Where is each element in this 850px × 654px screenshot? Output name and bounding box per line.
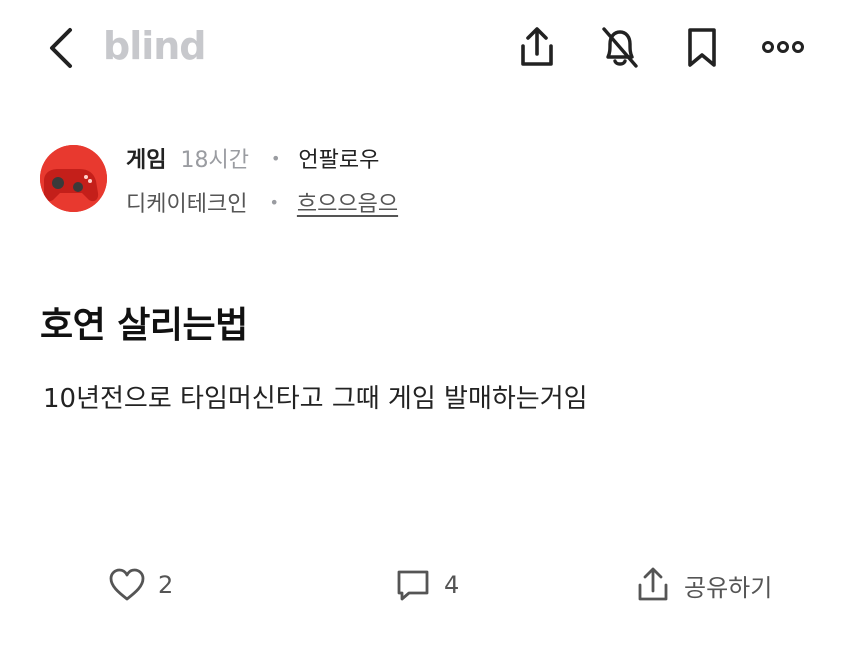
top-bar: blind [0, 0, 850, 100]
post-time: 18시간 [180, 148, 249, 173]
post-meta-line2: 디케이테크인 • 흐으으음으 [126, 186, 398, 218]
share-label: 공유하기 [684, 573, 773, 602]
back-icon [50, 28, 72, 68]
comment-icon [397, 570, 429, 601]
comment-count: 4 [444, 571, 460, 599]
post-title: 호연 살리는법 [40, 305, 248, 346]
more-button[interactable] [761, 24, 805, 70]
separator-dot: • [269, 193, 279, 212]
bell-off-icon [602, 27, 638, 68]
share-post-button[interactable]: 공유하기 [634, 560, 772, 610]
author-nickname[interactable]: 흐으으음으 [297, 192, 398, 217]
comment-button[interactable]: 4 [394, 560, 459, 610]
like-button[interactable]: 2 [108, 560, 173, 610]
avatar[interactable] [40, 145, 107, 212]
post-meta: 게임 18시간 • 언팔로우 디케이테크인 • 흐으으음으 [40, 140, 820, 220]
share-icon [521, 27, 553, 66]
unfollow-button[interactable]: 언팔로우 [298, 148, 379, 173]
gamepad-icon [40, 145, 107, 212]
share-icon [638, 567, 668, 601]
notification-off-button[interactable] [598, 24, 642, 70]
share-button[interactable] [515, 24, 559, 70]
bookmark-button[interactable] [680, 24, 724, 70]
board-name[interactable]: 게임 [126, 148, 166, 173]
back-button[interactable] [44, 26, 80, 70]
post-actions: 2 4 공유하기 [0, 560, 850, 610]
separator-dot: • [270, 149, 281, 168]
app-logo: blind [103, 24, 207, 68]
more-icon [762, 41, 804, 53]
author-company: 디케이테크인 [126, 192, 248, 217]
post-meta-line1: 게임 18시간 • 언팔로우 [126, 142, 379, 174]
heart-icon [109, 568, 145, 601]
bookmark-icon [688, 28, 716, 67]
like-count: 2 [158, 571, 174, 599]
post-body: 10년전으로 타임머신타고 그때 게임 발매하는거임 [43, 384, 588, 414]
